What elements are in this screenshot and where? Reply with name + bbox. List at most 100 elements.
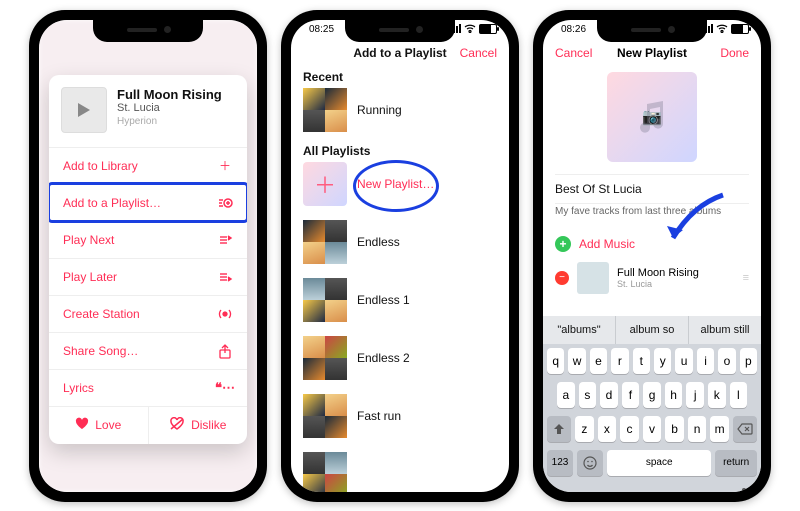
plus-circle-icon: + [555,236,571,252]
cancel-button[interactable]: Cancel [460,46,497,60]
notch [93,20,203,42]
dictation-button[interactable] [733,484,755,492]
track-row[interactable]: − Full Moon Rising St. Lucia ≡ [555,262,749,294]
keyboard-row: 123 space return [543,446,761,480]
key-backspace[interactable] [733,416,757,442]
key-space[interactable]: space [607,450,711,476]
key-d[interactable]: d [600,382,618,408]
new-playlist-row[interactable]: ＋ New Playlist… [303,162,497,206]
menu-label: Share Song… [63,344,138,358]
emoji-button[interactable]: ☺ [549,484,571,492]
song-artist: St. Lucia [117,102,222,114]
key-u[interactable]: u [675,348,692,374]
playlist-description-field[interactable]: My fave tracks from last three albums [555,206,749,217]
key-k[interactable]: k [708,382,726,408]
playlist-artwork [303,278,347,322]
lyrics-icon: ❝⋯ [217,380,233,396]
plus-icon: ＋ [314,168,336,200]
key-v[interactable]: v [643,416,662,442]
shift-icon [553,423,565,435]
cancel-button[interactable]: Cancel [555,46,592,60]
wifi-icon [464,24,476,33]
suggestion[interactable]: album still [688,316,761,344]
key-s[interactable]: s [579,382,597,408]
suggestion[interactable]: "albums" [543,316,615,344]
playlist-row[interactable]: Endless 1 [303,278,497,322]
key-123[interactable]: 123 [547,450,573,476]
menu-create-station[interactable]: Create Station [49,295,247,332]
menu-label: Lyrics [63,381,94,395]
delete-icon[interactable]: − [555,271,569,285]
key-w[interactable]: w [568,348,585,374]
share-icon [217,343,233,359]
key-y[interactable]: y [654,348,671,374]
nav-title: Add to a Playlist [353,46,446,60]
key-f[interactable]: f [622,382,640,408]
playlist-row[interactable]: Fast run [303,394,497,438]
heart-slash-icon [169,417,185,434]
key-a[interactable]: a [557,382,575,408]
play-later-icon [217,269,233,285]
key-l[interactable]: l [730,382,748,408]
menu-add-to-library[interactable]: Add to Library ＋ [49,147,247,184]
key-i[interactable]: i [697,348,714,374]
playlist-description-value: My fave tracks from last three albums [555,206,721,217]
key-return[interactable]: return [715,450,757,476]
menu-play-later[interactable]: Play Later [49,258,247,295]
playlist-row[interactable]: Endless [303,220,497,264]
key-t[interactable]: t [633,348,650,374]
playlist-artwork [303,220,347,264]
key-p[interactable]: p [740,348,757,374]
playlist-artwork [303,452,347,492]
playlist-cover[interactable]: 📷 [607,72,697,162]
nav-title: New Playlist [617,46,687,60]
key-e[interactable]: e [590,348,607,374]
track-artist: St. Lucia [617,279,699,289]
song-artwork[interactable] [61,87,107,133]
menu-label: Play Next [63,233,114,247]
key-b[interactable]: b [665,416,684,442]
notch [345,20,455,42]
dislike-label: Dislike [191,418,226,432]
key-o[interactable]: o [718,348,735,374]
menu-play-next[interactable]: Play Next [49,221,247,258]
suggestion-bar: "albums" album so album still [543,316,761,344]
new-playlist-artwork: ＋ [303,162,347,206]
playlist-name-value: Best Of St Lucia [555,182,642,196]
suggestion[interactable]: album so [615,316,688,344]
key-n[interactable]: n [688,416,707,442]
key-q[interactable]: q [547,348,564,374]
add-music-button[interactable]: + Add Music [555,236,635,252]
menu-share-song[interactable]: Share Song… [49,332,247,369]
playlist-row[interactable] [303,452,497,492]
key-z[interactable]: z [575,416,594,442]
menu-lyrics[interactable]: Lyrics ❝⋯ [49,369,247,406]
dislike-button[interactable]: Dislike [148,407,248,444]
playlist-row-recent[interactable]: Running [303,88,497,132]
section-header-recent: Recent [303,70,343,84]
section-header-all: All Playlists [303,144,370,158]
key-shift[interactable] [547,416,571,442]
song-title: Full Moon Rising [117,87,222,102]
menu-add-to-playlist[interactable]: Add to a Playlist… [49,184,247,221]
key-m[interactable]: m [710,416,729,442]
mic-icon [738,487,750,492]
love-button[interactable]: Love [49,407,148,444]
key-r[interactable]: r [611,348,628,374]
key-c[interactable]: c [620,416,639,442]
music-note-icon [627,92,677,142]
done-button[interactable]: Done [720,46,749,60]
key-emoji[interactable] [577,450,603,476]
key-g[interactable]: g [643,382,661,408]
playlist-name: Endless 2 [357,351,410,365]
key-h[interactable]: h [665,382,683,408]
playlist-artwork [303,88,347,132]
playlist-name-field[interactable]: Best Of St Lucia [555,174,749,204]
playlist-row[interactable]: Endless 2 [303,336,497,380]
reorder-handle-icon[interactable]: ≡ [743,272,749,284]
playlist-name: Fast run [357,409,401,423]
key-j[interactable]: j [686,382,704,408]
battery-icon [479,24,497,34]
heart-icon [75,417,89,434]
key-x[interactable]: x [598,416,617,442]
